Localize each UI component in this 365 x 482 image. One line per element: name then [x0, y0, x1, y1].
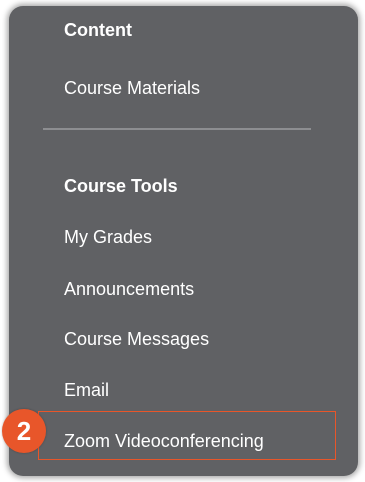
screenshot-stage: Content Course Materials Course Tools My… [0, 0, 365, 482]
section-heading-content: Content [64, 20, 132, 40]
step-badge: 2 [2, 409, 46, 453]
menu-item-announcements[interactable]: Announcements [64, 278, 194, 300]
menu-item-course-messages[interactable]: Course Messages [64, 328, 209, 350]
menu-item-course-materials[interactable]: Course Materials [64, 77, 200, 99]
highlight-box-zoom [38, 411, 336, 460]
menu-divider [43, 128, 311, 130]
menu-item-email[interactable]: Email [64, 379, 109, 401]
menu-item-my-grades[interactable]: My Grades [64, 226, 152, 248]
course-menu-panel: Content Course Materials Course Tools My… [9, 6, 358, 476]
section-heading-course-tools: Course Tools [64, 176, 178, 196]
